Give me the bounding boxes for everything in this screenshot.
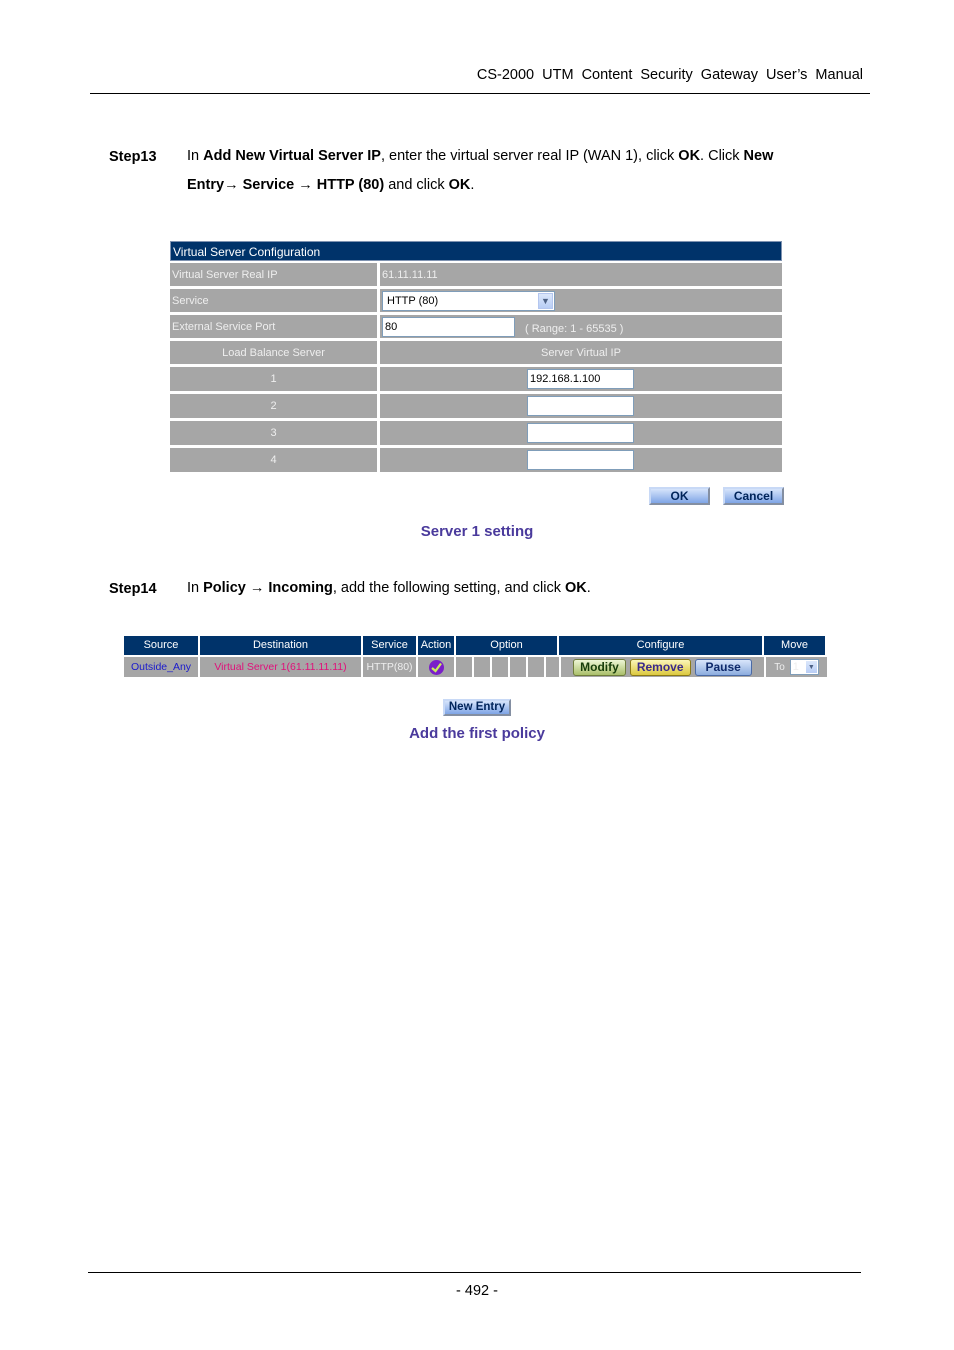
col-configure: Configure <box>559 636 762 655</box>
col-service: Service <box>363 636 416 655</box>
real-ip-label: Virtual Server Real IP <box>170 263 377 286</box>
col-action: Action <box>418 636 454 655</box>
server-row: 4 <box>170 448 782 472</box>
server-index: 1 <box>170 367 377 391</box>
text-segment: . Click <box>700 148 744 164</box>
text-segment: , enter the virtual server real IP (WAN … <box>380 148 679 164</box>
server-virtual-ip-input[interactable] <box>527 423 634 443</box>
bold-text: Entry→ Service → HTTP (80) <box>187 177 385 193</box>
manual-title: CS-2000 UTM Content Security Gateway Use… <box>476 67 863 83</box>
server-virtual-ip-input[interactable]: 192.168.1.100 <box>527 369 634 389</box>
server-index: 3 <box>170 421 377 445</box>
move-position-value: 1 <box>792 661 799 673</box>
remove-button[interactable]: Remove <box>629 658 691 676</box>
page-number: - 492 - <box>456 1283 498 1299</box>
server-row: 2 <box>170 394 782 418</box>
step13-line2: Entry→ Service → HTTP (80) and click OK. <box>187 171 474 200</box>
external-port-input[interactable]: 80 <box>382 316 515 337</box>
policy-option-cells <box>456 657 561 677</box>
col-move: Move <box>764 636 825 655</box>
bold-text: Policy → Incoming <box>203 580 333 596</box>
footer-divider <box>88 1272 861 1273</box>
col-destination: Destination <box>200 636 361 655</box>
policy-configure: Modify Remove Pause <box>561 657 764 677</box>
service-select[interactable]: HTTP (80) ▼ <box>382 290 555 311</box>
step14-line1: In Policy → Incoming, add the following … <box>187 574 591 603</box>
server-row: 3 <box>170 421 782 445</box>
external-port-label: External Service Port <box>170 315 377 338</box>
option-cell <box>510 657 526 677</box>
figure-caption-server-setting: Server 1 setting <box>420 523 534 540</box>
bold-text: OK <box>678 148 701 164</box>
bold-text: Add New Virtual Server IP <box>203 148 381 164</box>
service-selected-value: HTTP (80) <box>387 294 439 307</box>
col-option: Option <box>456 636 557 655</box>
policy-action <box>418 657 454 677</box>
server-row: 1 192.168.1.100 <box>170 367 782 391</box>
new-entry-button[interactable]: New Entry <box>443 699 511 716</box>
server-virtual-ip-input[interactable] <box>527 396 634 416</box>
text-segment: , add the following setting, and click <box>332 580 565 596</box>
server-index: 4 <box>170 448 377 472</box>
move-position-select[interactable]: 1 ▼ <box>789 659 819 675</box>
option-cell <box>474 657 490 677</box>
real-ip-row: Virtual Server Real IP 61.11.11.11 <box>170 263 782 286</box>
server-virtual-ip-header: Server Virtual IP <box>380 341 782 364</box>
option-cell <box>456 657 472 677</box>
figure-caption-first-policy: Add the first policy <box>409 725 545 742</box>
pause-button[interactable]: Pause <box>694 658 752 676</box>
step14-label: Step14 <box>109 581 157 597</box>
virtual-server-config-panel: Virtual Server Configuration Virtual Ser… <box>170 241 782 472</box>
text-segment: . <box>586 580 591 596</box>
text-segment: In <box>187 580 204 596</box>
permit-check-icon <box>428 659 444 675</box>
cancel-button[interactable]: Cancel <box>723 487 784 505</box>
real-ip-value: 61.11.11.11 <box>380 263 782 286</box>
header-divider <box>90 93 870 94</box>
server-index: 2 <box>170 394 377 418</box>
ok-button[interactable]: OK <box>649 487 710 505</box>
external-port-row: External Service Port 80 ( Range: 1 - 65… <box>170 315 782 338</box>
option-cell <box>492 657 508 677</box>
policy-move: To 1 ▼ <box>766 657 827 677</box>
chevron-down-icon[interactable]: ▼ <box>538 292 553 309</box>
text-segment: In <box>187 148 204 164</box>
move-to-label: To <box>774 661 785 673</box>
policy-table: Source Destination Service Action Option… <box>124 636 827 677</box>
option-cell <box>546 657 559 677</box>
policy-row: Outside_Any Virtual Server 1(61.11.11.11… <box>124 655 827 677</box>
panel-title: Virtual Server Configuration <box>170 241 782 261</box>
policy-destination: Virtual Server 1(61.11.11.11) <box>200 657 361 677</box>
text-segment: and click <box>384 177 449 193</box>
load-balance-server-header: Load Balance Server <box>170 341 377 364</box>
bold-text: OK <box>448 177 471 193</box>
col-source: Source <box>124 636 198 655</box>
chevron-down-icon[interactable]: ▼ <box>805 661 817 673</box>
bold-text: OK <box>564 580 587 596</box>
port-range-hint: ( Range: 1 - 65535 ) <box>525 322 624 335</box>
policy-header-row: Source Destination Service Action Option… <box>124 636 827 655</box>
server-list-header: Load Balance Server Server Virtual IP <box>170 341 782 364</box>
step13-line1: In Add New Virtual Server IP, enter the … <box>187 142 773 171</box>
option-cell <box>528 657 544 677</box>
policy-service: HTTP(80) <box>363 657 416 677</box>
step13-label: Step13 <box>109 149 157 165</box>
policy-source: Outside_Any <box>124 657 198 677</box>
service-row: Service HTTP (80) ▼ <box>170 289 782 312</box>
text-segment: . <box>470 177 475 193</box>
server-virtual-ip-input[interactable] <box>527 450 634 470</box>
service-label: Service <box>170 289 377 312</box>
bold-text: New <box>743 148 774 164</box>
modify-button[interactable]: Modify <box>573 658 626 676</box>
